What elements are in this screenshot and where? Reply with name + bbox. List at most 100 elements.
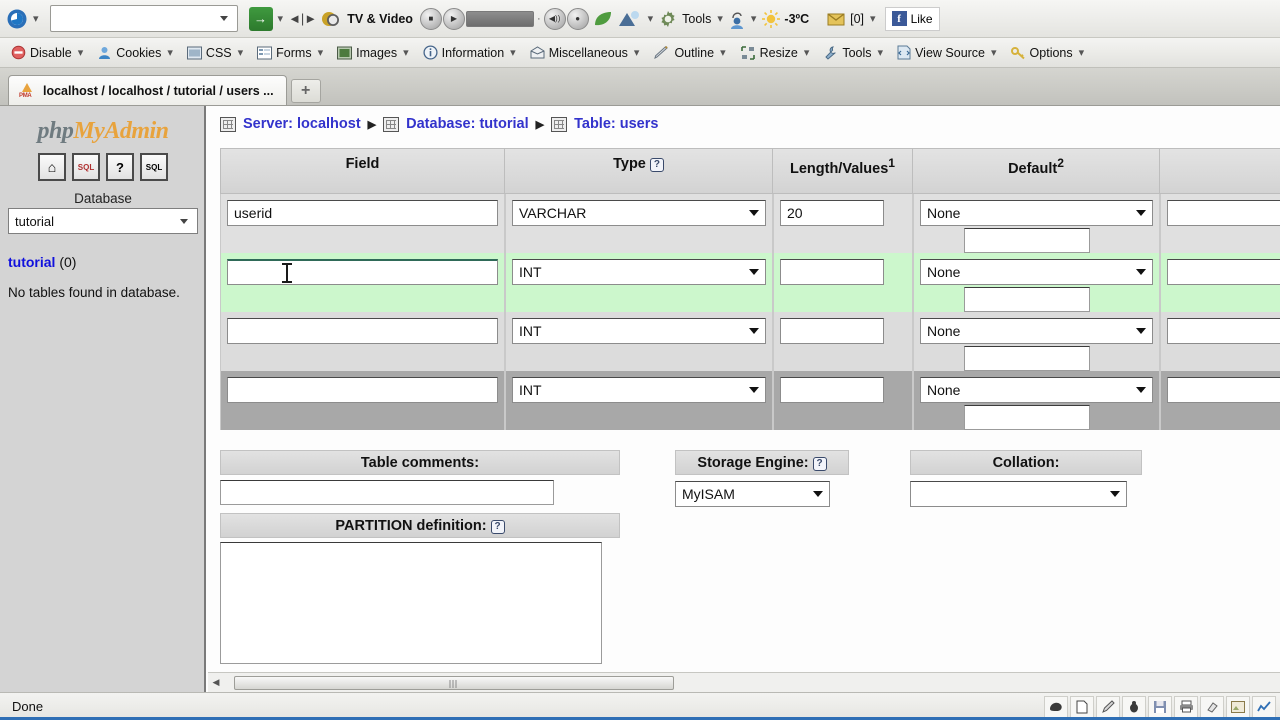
firefox-globe-icon[interactable] <box>6 8 28 30</box>
go-button[interactable]: → <box>248 6 273 31</box>
mail-icon[interactable] <box>826 10 846 28</box>
chevron-down-icon[interactable]: ▾ <box>718 46 728 59</box>
storage-engine-select[interactable]: MyISAM <box>675 481 830 507</box>
chevron-down-icon[interactable] <box>219 16 228 21</box>
bug-icon[interactable] <box>1122 695 1146 718</box>
play-icon[interactable]: ▶ <box>442 7 465 30</box>
sql-window-icon[interactable]: SQL <box>72 153 100 181</box>
chevron-down-icon[interactable]: ▾ <box>165 46 175 59</box>
chevron-down-icon[interactable]: ▾ <box>76 46 86 59</box>
type-select[interactable]: INT <box>512 318 766 344</box>
media-caret[interactable]: · <box>535 13 543 25</box>
mountain-caret[interactable]: ▾ <box>646 12 656 25</box>
tools-label[interactable]: Tools <box>682 12 711 26</box>
help-icon[interactable]: ? <box>106 153 134 181</box>
column-header-length[interactable]: Length/Values1 <box>773 148 913 194</box>
wd-item-cookies[interactable]: Cookies ▾ <box>92 43 180 62</box>
type-select[interactable]: VARCHAR <box>512 200 766 226</box>
wd-item-resize[interactable]: Resize ▾ <box>735 44 817 62</box>
chevron-down-icon[interactable]: ▾ <box>401 46 411 59</box>
stop-icon[interactable]: ■ <box>419 7 442 30</box>
scrollbar-thumb[interactable] <box>234 675 674 690</box>
wd-item-outline[interactable]: Outline ▾ <box>648 44 732 62</box>
breadcrumb-table[interactable]: Table: users <box>574 116 658 132</box>
mail-count-label[interactable]: [0] <box>850 12 864 26</box>
collation-select[interactable] <box>1167 318 1280 344</box>
tools-caret[interactable]: ▾ <box>715 12 725 25</box>
chevron-down-icon[interactable]: ▾ <box>236 46 246 59</box>
scroll-left-arrow-icon[interactable]: ◀ <box>208 674 224 692</box>
default-value-input[interactable] <box>964 228 1090 253</box>
page-icon[interactable] <box>1070 695 1094 718</box>
horizontal-scrollbar[interactable]: ◀ <box>208 672 1280 692</box>
gear-icon[interactable] <box>658 9 678 29</box>
field-input[interactable] <box>227 377 498 403</box>
media-controls[interactable]: ■ ▶ · ◀)) ● <box>419 7 589 30</box>
clock-globe-icon[interactable] <box>320 9 342 29</box>
user-caret[interactable]: ▾ <box>749 12 759 25</box>
wd-item-disable[interactable]: Disable ▾ <box>6 43 90 62</box>
type-select[interactable]: INT <box>512 259 766 285</box>
breadcrumb-server[interactable]: Server: localhost <box>243 116 361 132</box>
eraser-icon[interactable] <box>1200 695 1224 718</box>
length-input[interactable] <box>780 259 884 285</box>
weather-sun-icon[interactable] <box>761 9 781 29</box>
tv-video-label[interactable]: TV & Video <box>347 12 413 26</box>
column-header-field[interactable]: Field <box>220 148 505 194</box>
temperature-label[interactable]: -3ºC <box>784 12 809 26</box>
phpmyadmin-logo[interactable]: phpMyAdmin <box>8 114 198 153</box>
length-input[interactable] <box>780 377 884 403</box>
table-comments-input[interactable] <box>220 480 554 505</box>
chevron-down-icon[interactable] <box>180 218 188 224</box>
wd-item-images[interactable]: Images ▾ <box>332 44 416 62</box>
length-input[interactable] <box>780 318 884 344</box>
print-icon[interactable] <box>1174 695 1198 718</box>
user-account-icon[interactable] <box>728 9 746 29</box>
chevron-down-icon[interactable]: ▾ <box>802 46 812 59</box>
wd-item-tools[interactable]: Tools ▾ <box>818 44 890 62</box>
default-value-input[interactable] <box>964 346 1090 371</box>
column-header-default[interactable]: Default2 <box>913 148 1160 194</box>
go-dropdown-caret[interactable]: ▾ <box>276 12 286 25</box>
collation-select[interactable] <box>1167 377 1280 403</box>
wd-item-css[interactable]: CSS ▾ <box>182 44 250 62</box>
resize-handles-icon[interactable]: ◄|► <box>288 11 317 26</box>
default-value-input[interactable] <box>964 287 1090 312</box>
image-icon[interactable] <box>1226 695 1250 718</box>
chevron-down-icon[interactable]: ▾ <box>508 46 518 59</box>
mountain-icon[interactable] <box>617 9 643 29</box>
search-input[interactable] <box>49 5 238 32</box>
chevron-down-icon[interactable]: ▾ <box>632 46 642 59</box>
pencil-icon[interactable] <box>1096 695 1120 718</box>
chevron-down-icon[interactable]: ▾ <box>316 46 326 59</box>
default-value-input[interactable] <box>964 405 1090 430</box>
wd-item-miscellaneous[interactable]: Miscellaneous ▾ <box>525 44 647 62</box>
wd-item-options[interactable]: Options ▾ <box>1006 44 1092 62</box>
chart-icon[interactable] <box>1252 695 1276 718</box>
collation-select[interactable] <box>910 481 1127 507</box>
new-tab-button[interactable]: + <box>290 79 321 103</box>
default-select[interactable]: None <box>920 200 1153 226</box>
chevron-down-icon[interactable]: ▾ <box>989 46 999 59</box>
wd-item-forms[interactable]: Forms ▾ <box>252 44 330 62</box>
save-icon[interactable] <box>1148 695 1172 718</box>
volume-icon[interactable]: ◀)) <box>543 7 566 30</box>
default-select[interactable]: None <box>920 259 1153 285</box>
column-header-collation[interactable]: Collation <box>1160 148 1280 194</box>
partition-definition-textarea[interactable] <box>220 542 602 664</box>
default-select[interactable]: None <box>920 377 1153 403</box>
length-input[interactable]: 20 <box>780 200 884 226</box>
help-icon[interactable]: ? <box>649 157 664 172</box>
mouse-icon[interactable] <box>1044 695 1068 718</box>
help-icon[interactable]: ? <box>490 519 505 534</box>
leaf-green-icon[interactable] <box>592 9 614 29</box>
column-header-type[interactable]: Type? <box>505 148 773 194</box>
wd-item-information[interactable]: Information ▾ <box>418 43 523 62</box>
sql-help-icon[interactable]: SQL <box>140 153 168 181</box>
collation-select[interactable] <box>1167 259 1280 285</box>
field-input[interactable] <box>227 318 498 344</box>
home-icon[interactable]: ⌂ <box>38 153 66 181</box>
chevron-down-icon[interactable]: ▾ <box>1077 46 1087 59</box>
type-select[interactable]: INT <box>512 377 766 403</box>
wd-item-view-source[interactable]: View Source ▾ <box>892 43 1003 62</box>
